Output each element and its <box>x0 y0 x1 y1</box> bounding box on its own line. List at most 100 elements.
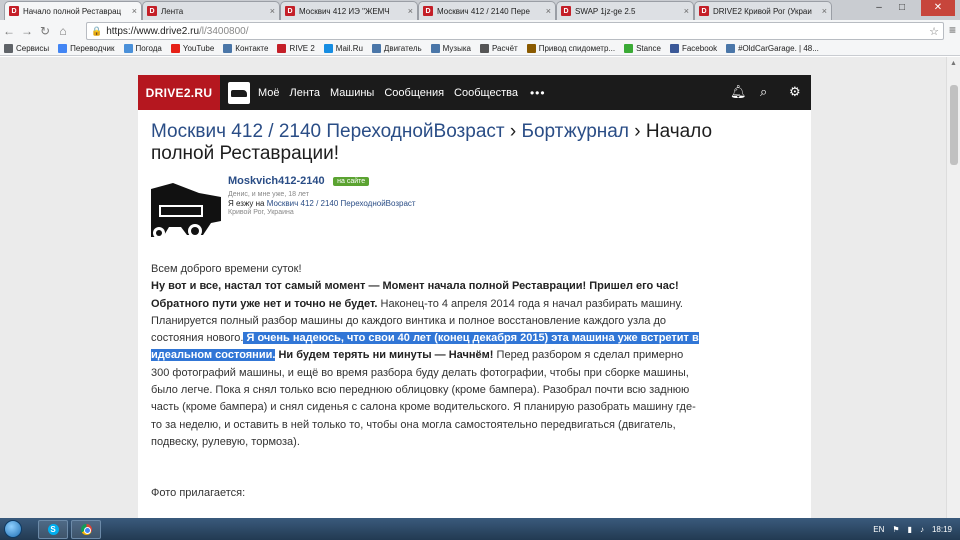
windows-taskbar: S EN ⚑ ▮ ♪ 18:19 <box>0 518 960 540</box>
tab-title: DRIVE2 Кривой Рог (Украи <box>713 6 812 16</box>
page-viewport: DRIVE2.RU Моё Лента Машины Сообщения Соо… <box>0 57 946 518</box>
drive2-favicon-icon: D <box>423 6 433 16</box>
drive2-icon <box>277 44 287 53</box>
bookmark-item[interactable]: #OldCarGarage. | 48... <box>726 44 819 53</box>
bookmark-item[interactable]: Привод спидометр... <box>526 44 615 53</box>
lock-icon: 🔒 <box>91 25 103 36</box>
drive2-favicon-icon: D <box>699 6 709 16</box>
bookmark-item[interactable]: YouTube <box>170 44 214 53</box>
author-block: Moskvich412-2140 на сайте Денис, и мне у… <box>228 175 416 216</box>
bookmarks-bar: Сервисы Переводчик Погода YouTube Контак… <box>0 42 960 56</box>
bookmark-item[interactable]: Переводчик <box>58 44 115 53</box>
tab-close-icon[interactable]: × <box>546 6 551 16</box>
vk-icon <box>726 44 736 53</box>
scroll-thumb[interactable] <box>950 85 958 165</box>
bookmark-item[interactable]: Facebook <box>669 44 717 53</box>
bookmark-item[interactable]: Сервисы <box>4 44 49 53</box>
translate-icon <box>58 44 68 53</box>
language-indicator[interactable]: EN <box>873 525 884 534</box>
article-body: Всем доброго времени суток! Ну вот и все… <box>151 261 703 451</box>
tab-title: SWAP 1jz-ge 2.5 <box>575 6 636 16</box>
car-logo-icon[interactable] <box>228 81 250 104</box>
site-logo[interactable]: DRIVE2.RU <box>138 75 220 110</box>
maximize-icon[interactable]: □ <box>891 0 913 16</box>
tab-close-icon[interactable]: × <box>132 6 137 16</box>
nav-lenta[interactable]: Лента <box>290 87 320 99</box>
reload-icon[interactable]: ↻ <box>36 24 54 38</box>
nav-mashiny[interactable]: Машины <box>330 87 374 99</box>
bookmark-item[interactable]: Контакте <box>223 44 268 53</box>
back-icon[interactable]: ← <box>0 24 18 38</box>
breadcrumb-logbook-link[interactable]: Бортжурнал <box>522 121 629 142</box>
tab-strip: D Начало полной Реставрац × D Лента × D … <box>0 0 960 20</box>
network-icon[interactable]: ▮ <box>908 525 912 534</box>
tab-title: Москвич 412 ИЭ "ЖЕМЧ <box>299 6 390 16</box>
bookmark-item[interactable]: Stance <box>624 44 661 53</box>
stance-icon <box>624 44 634 53</box>
bookmark-item[interactable]: Музыка <box>430 44 471 53</box>
drive2-favicon-icon: D <box>561 6 571 16</box>
tab-close-icon[interactable]: × <box>270 6 275 16</box>
bookmark-star-icon[interactable]: ☆ <box>929 25 939 38</box>
nav-moe[interactable]: Моё <box>258 87 280 99</box>
nav-more[interactable]: ••• <box>530 86 546 100</box>
tab-close-icon[interactable]: × <box>408 6 413 16</box>
article-paragraph: Ну вот и все, настал тот самый момент — … <box>151 280 699 448</box>
url-path: /l/3400800/ <box>199 25 249 37</box>
windows-logo-icon <box>4 520 22 538</box>
online-badge: на сайте <box>333 177 370 187</box>
flag-icon[interactable]: ⚑ <box>892 525 899 534</box>
bookmark-item[interactable]: Двигатель <box>371 44 422 53</box>
search-icon[interactable]: ⌕ <box>760 84 767 100</box>
gear-icon[interactable]: ⚙ <box>789 84 801 100</box>
author-city: Кривой Рог, Украина <box>228 209 294 216</box>
facebook-icon <box>669 44 679 53</box>
tab-5[interactable]: D SWAP 1jz-ge 2.5 × <box>556 1 694 20</box>
photo-caption: Фото прилагается: <box>151 487 246 499</box>
tab-2[interactable]: D Лента × <box>142 1 280 20</box>
breadcrumb-car-link[interactable]: Москвич 412 / 2140 ПереходнойВозраст <box>151 121 505 142</box>
taskbar-skype[interactable]: S <box>38 519 68 539</box>
bookmark-item[interactable]: Mail.Ru <box>323 44 363 53</box>
tab-close-icon[interactable]: × <box>684 6 689 16</box>
address-bar[interactable]: 🔒 https://www.drive2.ru/l/3400800/ ☆ <box>86 22 944 40</box>
tab-6[interactable]: D DRIVE2 Кривой Рог (Украи × <box>694 1 832 20</box>
mailru-icon <box>323 44 333 53</box>
chrome-menu-icon[interactable]: ≡ <box>949 23 956 37</box>
close-window-icon[interactable]: ✕ <box>921 0 955 16</box>
page-title: Москвич 412 / 2140 ПереходнойВозраст › Б… <box>151 121 713 164</box>
tab-3[interactable]: D Москвич 412 ИЭ "ЖЕМЧ × <box>280 1 418 20</box>
start-button[interactable] <box>0 518 26 540</box>
bookmark-item[interactable]: Расчёт <box>479 44 518 53</box>
bookmark-item[interactable]: RIVE 2 <box>277 44 315 53</box>
minimize-icon[interactable]: – <box>868 0 890 16</box>
home-icon[interactable]: ⌂ <box>54 24 72 38</box>
page-content: DRIVE2.RU Моё Лента Машины Сообщения Соо… <box>138 75 811 518</box>
avatar[interactable] <box>151 175 221 245</box>
tab-4[interactable]: D Москвич 412 / 2140 Пере × <box>418 1 556 20</box>
drive2-favicon-icon: D <box>147 6 157 16</box>
taskbar-chrome[interactable] <box>71 519 101 539</box>
tab-title: Начало полной Реставрац <box>23 6 122 16</box>
author-car-link[interactable]: Москвич 412 / 2140 ПереходнойВозраст <box>267 199 416 208</box>
greeting-line: Всем доброго времени суток! <box>151 263 302 275</box>
url-host: https://www.drive2.ru <box>106 25 200 37</box>
vk-icon <box>223 44 233 53</box>
volume-icon[interactable]: ♪ <box>920 525 924 534</box>
scroll-up-icon[interactable]: ▲ <box>950 60 957 67</box>
tab-title: Лента <box>161 6 184 16</box>
forward-icon[interactable]: → <box>18 24 36 38</box>
tab-close-icon[interactable]: × <box>822 6 827 16</box>
nav-soobshchestva[interactable]: Сообщества <box>454 87 518 99</box>
nav-soobshcheniya[interactable]: Сообщения <box>384 87 444 99</box>
author-drive: Я езжу на Москвич 412 / 2140 ПереходнойВ… <box>228 199 416 208</box>
clock[interactable]: 18:19 <box>932 525 952 534</box>
vk-icon <box>430 44 440 53</box>
weather-icon <box>123 44 133 53</box>
bell-icon[interactable]: 🔔︎ <box>730 84 747 100</box>
tab-1[interactable]: D Начало полной Реставрац × <box>4 1 142 20</box>
author-name[interactable]: Moskvich412-2140 <box>228 175 325 187</box>
skype-icon: S <box>47 523 59 535</box>
page-scrollbar[interactable]: ▲ <box>946 57 960 518</box>
bookmark-item[interactable]: Погода <box>123 44 162 53</box>
